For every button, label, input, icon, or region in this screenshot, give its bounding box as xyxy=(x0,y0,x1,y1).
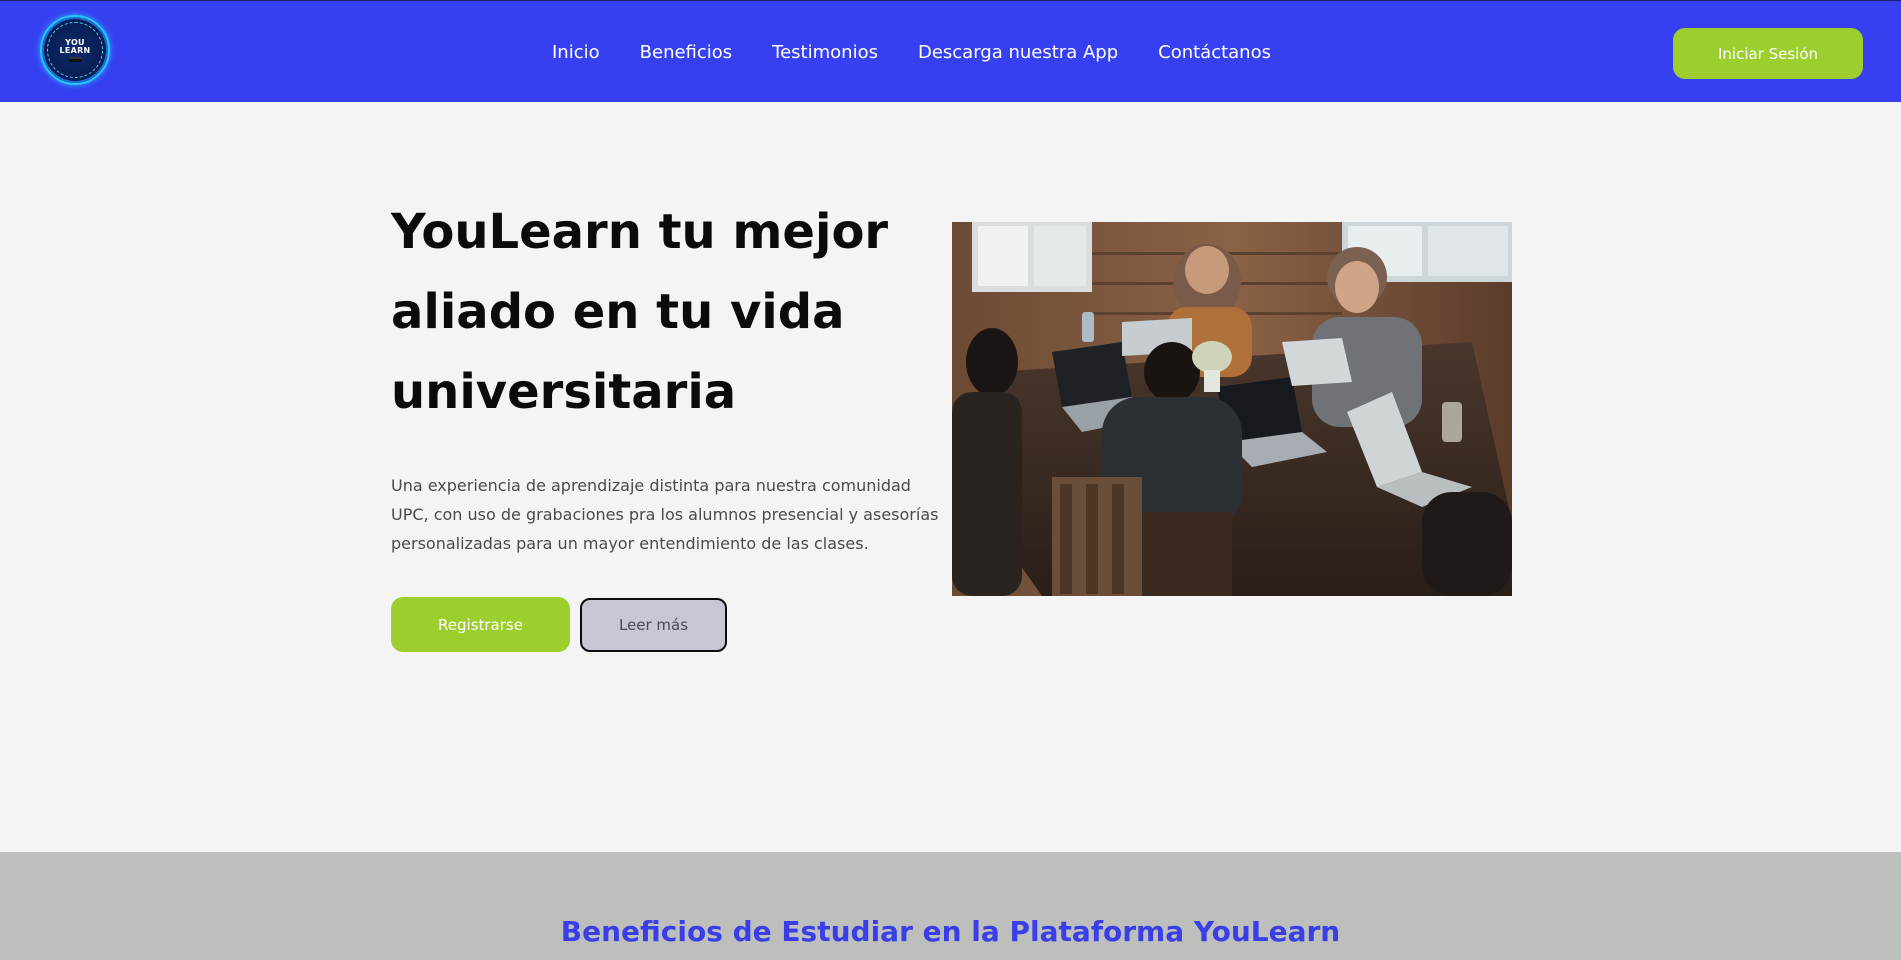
logo-text-bottom: LEARN xyxy=(59,45,91,55)
nav-item-descarga-app[interactable]: Descarga nuestra App xyxy=(918,42,1118,63)
benefits-section: Beneficios de Estudiar en la Plataforma … xyxy=(0,852,1901,960)
nav-item-inicio[interactable]: Inicio xyxy=(552,42,600,63)
hero-title: YouLearn tu mejor aliado en tu vida univ… xyxy=(391,204,889,420)
hero-photo-students-with-laptops xyxy=(952,222,1512,596)
read-more-button[interactable]: Leer más xyxy=(580,598,727,652)
login-button[interactable]: Iniciar Sesión xyxy=(1673,28,1863,79)
top-navbar: YOU LEARN Inicio Beneficios Testimonios … xyxy=(0,0,1901,102)
nav-item-contactanos[interactable]: Contáctanos xyxy=(1158,42,1271,63)
youlearn-logo[interactable]: YOU LEARN xyxy=(40,15,110,85)
benefits-title: Beneficios de Estudiar en la Plataforma … xyxy=(560,915,1341,948)
register-button[interactable]: Registrarse xyxy=(391,597,570,652)
main-nav: Inicio Beneficios Testimonios Descarga n… xyxy=(552,1,1271,103)
nav-item-beneficios[interactable]: Beneficios xyxy=(640,42,733,63)
hero-description: Una experiencia de aprendizaje distinta … xyxy=(391,476,939,553)
graduation-cap-icon xyxy=(69,56,81,62)
nav-item-testimonios[interactable]: Testimonios xyxy=(772,42,878,63)
